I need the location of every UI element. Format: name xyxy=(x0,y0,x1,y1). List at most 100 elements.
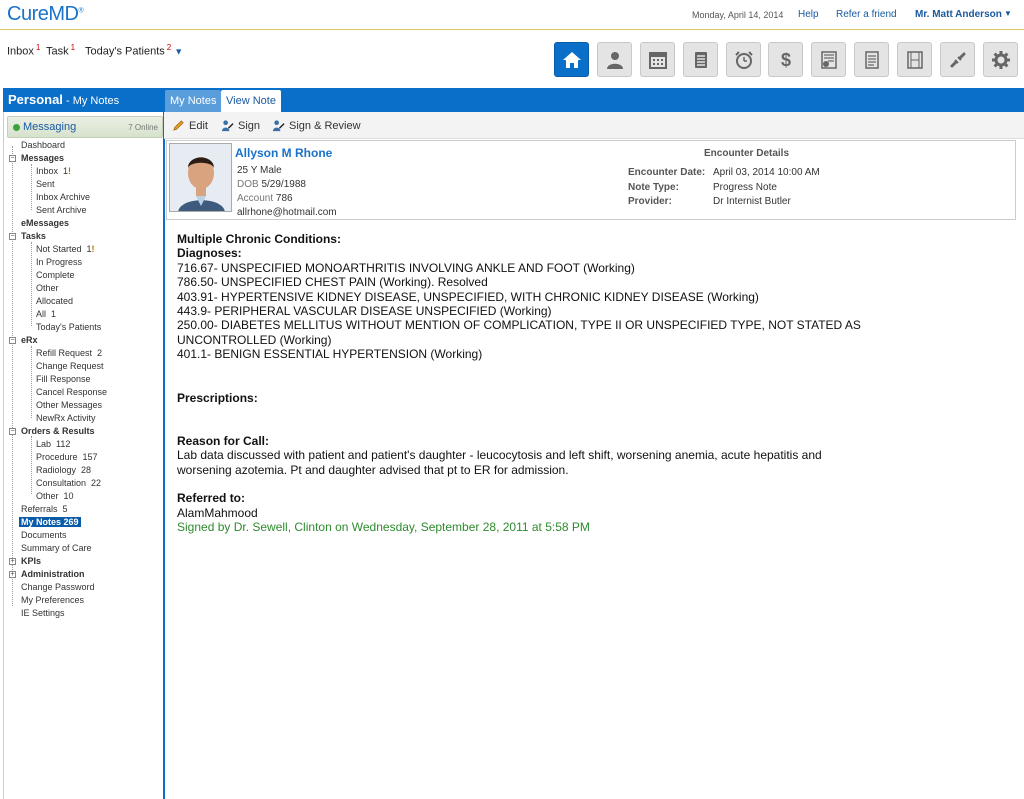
note-body: Multiple Chronic Conditions: Diagnoses: … xyxy=(177,232,877,535)
action-bar: Edit Sign Sign & Review xyxy=(164,112,1024,139)
curemd-logo[interactable]: CureMD® xyxy=(7,3,84,26)
tree-other[interactable]: Other xyxy=(36,282,59,295)
calendar-icon xyxy=(648,51,667,69)
referred-heading: Referred to: xyxy=(177,491,246,506)
collapse-icon[interactable]: − xyxy=(9,155,16,162)
tree-cancel-response[interactable]: Cancel Response xyxy=(36,386,107,399)
section-title: Personal xyxy=(8,92,63,107)
tree-lab[interactable]: Lab 112 xyxy=(36,438,70,451)
tree-my-notes[interactable]: My Notes 269 xyxy=(19,516,81,529)
chevron-down-icon[interactable]: ▼ xyxy=(1004,9,1012,18)
document-button[interactable] xyxy=(854,42,889,77)
sign-icon xyxy=(221,120,234,132)
link-icon xyxy=(950,52,965,67)
sign-review-button[interactable]: Sign & Review xyxy=(272,119,361,132)
online-count: 7 Online xyxy=(128,123,158,132)
billing-dollar-button[interactable]: $ xyxy=(768,42,803,77)
messaging-label: Messaging xyxy=(23,121,77,133)
todays-patients-link[interactable]: Today's Patients 2 ▼ xyxy=(85,43,183,58)
tree-fill-response[interactable]: Fill Response xyxy=(36,373,91,386)
pencil-icon xyxy=(173,120,184,131)
tree-summary-of-care[interactable]: Summary of Care xyxy=(21,542,92,555)
chevron-down-icon[interactable]: ▼ xyxy=(174,47,183,57)
main-tab-bar: My Notes View Note xyxy=(164,88,1024,112)
calendar-button[interactable] xyxy=(640,42,675,77)
tab-view-note[interactable]: View Note xyxy=(221,90,281,112)
diagnosis-item: 443.9- PERIPHERAL VASCULAR DISEASE UNSPE… xyxy=(177,304,552,319)
collapse-icon[interactable]: − xyxy=(9,337,16,344)
tree-in-progress[interactable]: In Progress xyxy=(36,256,82,269)
tree-line xyxy=(12,146,13,606)
flag-icon: ! xyxy=(68,166,72,176)
tree-administration[interactable]: Administration xyxy=(21,568,85,581)
patient-button[interactable] xyxy=(597,42,632,77)
tree-tasks[interactable]: Tasks xyxy=(21,230,46,243)
online-status-icon xyxy=(13,124,20,131)
tab-my-notes[interactable]: My Notes xyxy=(165,90,222,112)
tree-referrals[interactable]: Referrals 5 xyxy=(21,503,68,516)
alarm-button[interactable] xyxy=(726,42,761,77)
tree-erx[interactable]: eRx xyxy=(21,334,38,347)
tree-not-started[interactable]: Not Started 1! xyxy=(36,243,95,256)
collapse-icon[interactable]: − xyxy=(9,233,16,240)
patient-account: Account 786 xyxy=(237,193,293,204)
encounter-date-label: Encounter Date: xyxy=(628,167,706,178)
tree-radiology[interactable]: Radiology 28 xyxy=(36,464,91,477)
sign-button[interactable]: Sign xyxy=(221,119,260,132)
tree-documents[interactable]: Documents xyxy=(21,529,67,542)
tree-sent-archive[interactable]: Sent Archive xyxy=(36,204,87,217)
tree-orders-results[interactable]: Orders & Results xyxy=(21,425,95,438)
tree-change-password[interactable]: Change Password xyxy=(21,581,95,594)
records-button[interactable] xyxy=(683,42,718,77)
inbox-link[interactable]: Inbox 1 xyxy=(7,43,40,58)
tree-todays-patients[interactable]: Today's Patients xyxy=(36,321,101,334)
task-link[interactable]: Task 1 xyxy=(46,43,75,58)
tree-inbox-archive[interactable]: Inbox Archive xyxy=(36,191,90,204)
patient-name[interactable]: Allyson M Rhone xyxy=(235,146,332,160)
flag-icon: ! xyxy=(91,244,95,254)
gear-icon xyxy=(991,50,1010,69)
tree-orders-other[interactable]: Other 10 xyxy=(36,490,74,503)
tree-messages[interactable]: Messages xyxy=(21,152,64,165)
tree-all[interactable]: All 1 xyxy=(36,308,56,321)
diagnosis-item: 403.91- HYPERTENSIVE KIDNEY DISEASE, UNS… xyxy=(177,289,759,304)
section-subtitle: - My Notes xyxy=(65,95,120,107)
tree-consultation[interactable]: Consultation 22 xyxy=(36,477,101,490)
tree-procedure[interactable]: Procedure 157 xyxy=(36,451,98,464)
tree-inbox[interactable]: Inbox 1! xyxy=(36,165,71,178)
media-button[interactable] xyxy=(897,42,932,77)
tree-line xyxy=(31,346,32,418)
messaging-bar[interactable]: Messaging 7 Online xyxy=(7,116,163,138)
tree-line xyxy=(31,164,32,210)
tree-emessages[interactable]: eMessages xyxy=(21,217,69,230)
link-button[interactable] xyxy=(940,42,975,77)
provider-label: Provider: xyxy=(628,196,672,207)
tree-ie-settings[interactable]: IE Settings xyxy=(21,607,65,620)
prescriptions-heading: Prescriptions: xyxy=(177,390,258,405)
patient-header: Allyson M Rhone 25 Y Male DOB 5/29/1988 … xyxy=(166,140,1016,220)
tree-other-messages[interactable]: Other Messages xyxy=(36,399,102,412)
tree-newrx-activity[interactable]: NewRx Activity xyxy=(36,412,96,425)
edit-button[interactable]: Edit xyxy=(172,119,208,132)
billing-button[interactable] xyxy=(811,42,846,77)
reason-heading: Reason for Call: xyxy=(177,434,270,449)
tree-sent[interactable]: Sent xyxy=(36,178,55,191)
user-menu[interactable]: Mr. Matt Anderson xyxy=(915,9,1002,20)
tree-allocated[interactable]: Allocated xyxy=(36,295,73,308)
tree-dashboard[interactable]: Dashboard xyxy=(21,139,65,152)
help-link[interactable]: Help xyxy=(798,9,819,20)
patient-age-sex: 25 Y Male xyxy=(237,165,282,176)
settings-button[interactable] xyxy=(983,42,1018,77)
refer-friend-link[interactable]: Refer a friend xyxy=(836,9,897,20)
provider: Dr Internist Butler xyxy=(713,196,791,207)
document-icon xyxy=(864,50,879,69)
tree-refill-request[interactable]: Refill Request 2 xyxy=(36,347,102,360)
collapse-icon[interactable]: − xyxy=(9,428,16,435)
expand-icon[interactable]: + xyxy=(9,558,16,565)
tree-kpis[interactable]: KPIs xyxy=(21,555,41,568)
home-button[interactable] xyxy=(554,42,589,77)
expand-icon[interactable]: + xyxy=(9,571,16,578)
tree-my-preferences[interactable]: My Preferences xyxy=(21,594,84,607)
tree-change-request[interactable]: Change Request xyxy=(36,360,104,373)
tree-complete[interactable]: Complete xyxy=(36,269,75,282)
